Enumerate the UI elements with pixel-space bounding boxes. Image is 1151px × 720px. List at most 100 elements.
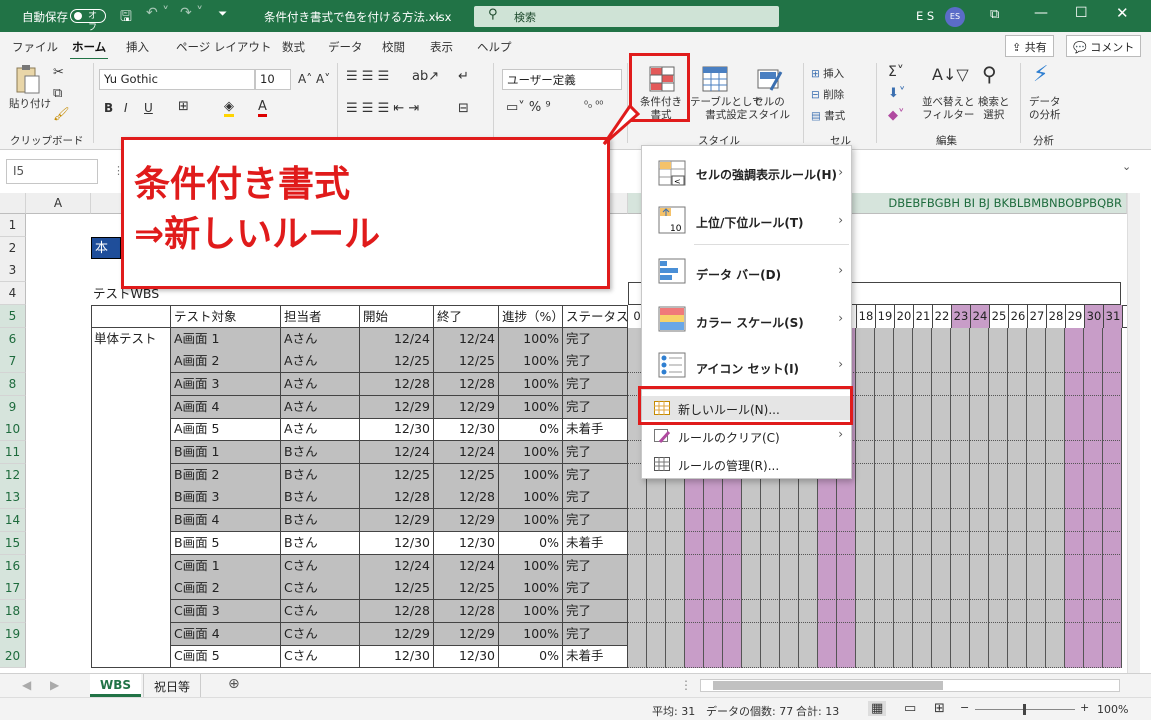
gantt-cell[interactable] — [1027, 531, 1046, 555]
gantt-cell[interactable] — [1084, 395, 1103, 419]
gantt-cell[interactable] — [970, 531, 989, 555]
page-break-view-icon[interactable]: ⊞ — [934, 701, 945, 716]
gantt-cell[interactable] — [1027, 327, 1046, 351]
paste-button[interactable]: 貼り付け — [9, 96, 51, 111]
tab-view[interactable]: 表示 — [430, 39, 453, 55]
date-header-cell[interactable]: 22 — [933, 304, 952, 328]
gantt-cell[interactable] — [951, 463, 970, 487]
gantt-cell[interactable] — [799, 622, 818, 646]
autosum-icon[interactable]: Σ˅ — [888, 64, 904, 80]
table-cell[interactable]: A画面 5 — [171, 418, 281, 442]
gantt-cell[interactable] — [970, 645, 989, 668]
gantt-cell[interactable] — [1008, 531, 1027, 555]
gantt-cell[interactable] — [1008, 372, 1027, 396]
font-name-select[interactable]: Yu Gothic — [99, 69, 255, 90]
table-cell[interactable]: Bさん — [281, 531, 360, 555]
row-header[interactable]: 4 — [0, 282, 26, 306]
gantt-cell[interactable] — [1046, 599, 1065, 623]
gantt-cell[interactable] — [875, 645, 894, 668]
date-header-cell[interactable]: 27 — [1028, 304, 1047, 328]
table-cell[interactable]: 12/28 — [434, 486, 499, 510]
gantt-cell[interactable] — [818, 577, 837, 601]
menu-item-icon-sets[interactable]: アイコン セット(I) › — [642, 352, 851, 382]
gantt-cell[interactable] — [856, 599, 875, 623]
zoom-level[interactable]: 100% — [1097, 703, 1128, 716]
clear-icon[interactable]: ◆˅ — [888, 108, 905, 123]
gantt-cell[interactable] — [799, 577, 818, 601]
gantt-cell[interactable] — [1008, 554, 1027, 578]
analyze-data-button[interactable]: データ の分析 — [1029, 96, 1061, 122]
delete-cells-button[interactable]: ⊟ 削除 — [811, 87, 844, 102]
gantt-cell[interactable] — [704, 599, 723, 623]
table-cell[interactable]: 12/30 — [360, 418, 434, 442]
table-cell[interactable]: Cさん — [281, 577, 360, 601]
table-cell[interactable]: Bさん — [281, 486, 360, 510]
gantt-cell[interactable] — [704, 577, 723, 601]
gantt-cell[interactable] — [818, 531, 837, 555]
undo-icon[interactable]: ↶ ˅ — [146, 5, 169, 21]
gantt-cell[interactable] — [856, 645, 875, 668]
gantt-cell[interactable] — [856, 531, 875, 555]
gantt-cell[interactable] — [894, 441, 913, 464]
gantt-cell[interactable] — [704, 645, 723, 668]
gantt-cell[interactable] — [894, 645, 913, 668]
gantt-cell[interactable] — [970, 350, 989, 374]
table-cell[interactable]: 12/29 — [360, 622, 434, 646]
gantt-cell[interactable] — [666, 554, 685, 578]
zoom-slider-thumb[interactable] — [1023, 704, 1026, 715]
table-cell[interactable]: 12/29 — [360, 509, 434, 533]
gantt-cell[interactable] — [913, 577, 932, 601]
sheet-tab-wbs[interactable]: WBS — [90, 674, 142, 697]
table-cell[interactable]: A画面 1 — [171, 327, 281, 351]
gantt-cell[interactable] — [780, 599, 799, 623]
table-cell[interactable]: 完了 — [563, 486, 628, 510]
font-grow-icon[interactable]: A˄ A˅ — [298, 72, 330, 86]
gantt-cell[interactable] — [1103, 327, 1122, 351]
merge-icon[interactable]: ⊟ — [458, 101, 469, 116]
gantt-cell[interactable] — [742, 622, 761, 646]
copy-icon[interactable]: ⧉ — [53, 86, 62, 101]
table-cell[interactable]: Aさん — [281, 395, 360, 419]
table-cell[interactable]: Aさん — [281, 372, 360, 396]
gantt-cell[interactable] — [1084, 350, 1103, 374]
gantt-cell[interactable] — [799, 486, 818, 510]
gantt-cell[interactable] — [913, 463, 932, 487]
gantt-cell[interactable] — [913, 418, 932, 442]
date-header-cell[interactable]: 25 — [990, 304, 1009, 328]
underline-button[interactable]: U — [144, 101, 153, 115]
table-cell[interactable]: 100% — [499, 441, 563, 464]
save-icon[interactable]: 🖫 — [120, 6, 132, 30]
format-cells-button[interactable]: ▤ 書式 — [811, 108, 845, 123]
row-header[interactable]: 11 — [0, 441, 26, 464]
gantt-cell[interactable] — [704, 531, 723, 555]
gantt-cell[interactable] — [818, 554, 837, 578]
gantt-cell[interactable] — [894, 599, 913, 623]
align-top-icon[interactable]: ☰ ☰ ☰ — [346, 69, 389, 84]
row-header[interactable]: 15 — [0, 531, 26, 555]
table-cell[interactable]: 12/30 — [434, 531, 499, 555]
gantt-cell[interactable] — [723, 531, 742, 555]
row-header[interactable]: 3 — [0, 259, 26, 283]
zoom-slider[interactable] — [975, 704, 1075, 715]
gantt-cell[interactable] — [704, 554, 723, 578]
table-cell[interactable]: 100% — [499, 350, 563, 374]
phase-cell[interactable] — [91, 327, 171, 668]
table-cell[interactable]: 完了 — [563, 599, 628, 623]
gantt-cell[interactable] — [723, 599, 742, 623]
gantt-cell[interactable] — [1046, 622, 1065, 646]
gantt-cell[interactable] — [970, 327, 989, 351]
horizontal-scrollbar[interactable] — [700, 679, 1120, 692]
gantt-cell[interactable] — [742, 645, 761, 668]
vertical-scrollbar[interactable] — [1127, 193, 1140, 673]
tab-review[interactable]: 校閲 — [382, 39, 405, 55]
gantt-cell[interactable] — [856, 395, 875, 419]
table-cell[interactable]: 12/28 — [360, 486, 434, 510]
gantt-cell[interactable] — [970, 509, 989, 533]
gantt-cell[interactable] — [742, 509, 761, 533]
gantt-cell[interactable] — [913, 599, 932, 623]
gantt-cell[interactable] — [818, 509, 837, 533]
table-cell[interactable]: A画面 4 — [171, 395, 281, 419]
gantt-cell[interactable] — [856, 463, 875, 487]
gantt-cell[interactable] — [970, 441, 989, 464]
gantt-cell[interactable] — [1046, 327, 1065, 351]
